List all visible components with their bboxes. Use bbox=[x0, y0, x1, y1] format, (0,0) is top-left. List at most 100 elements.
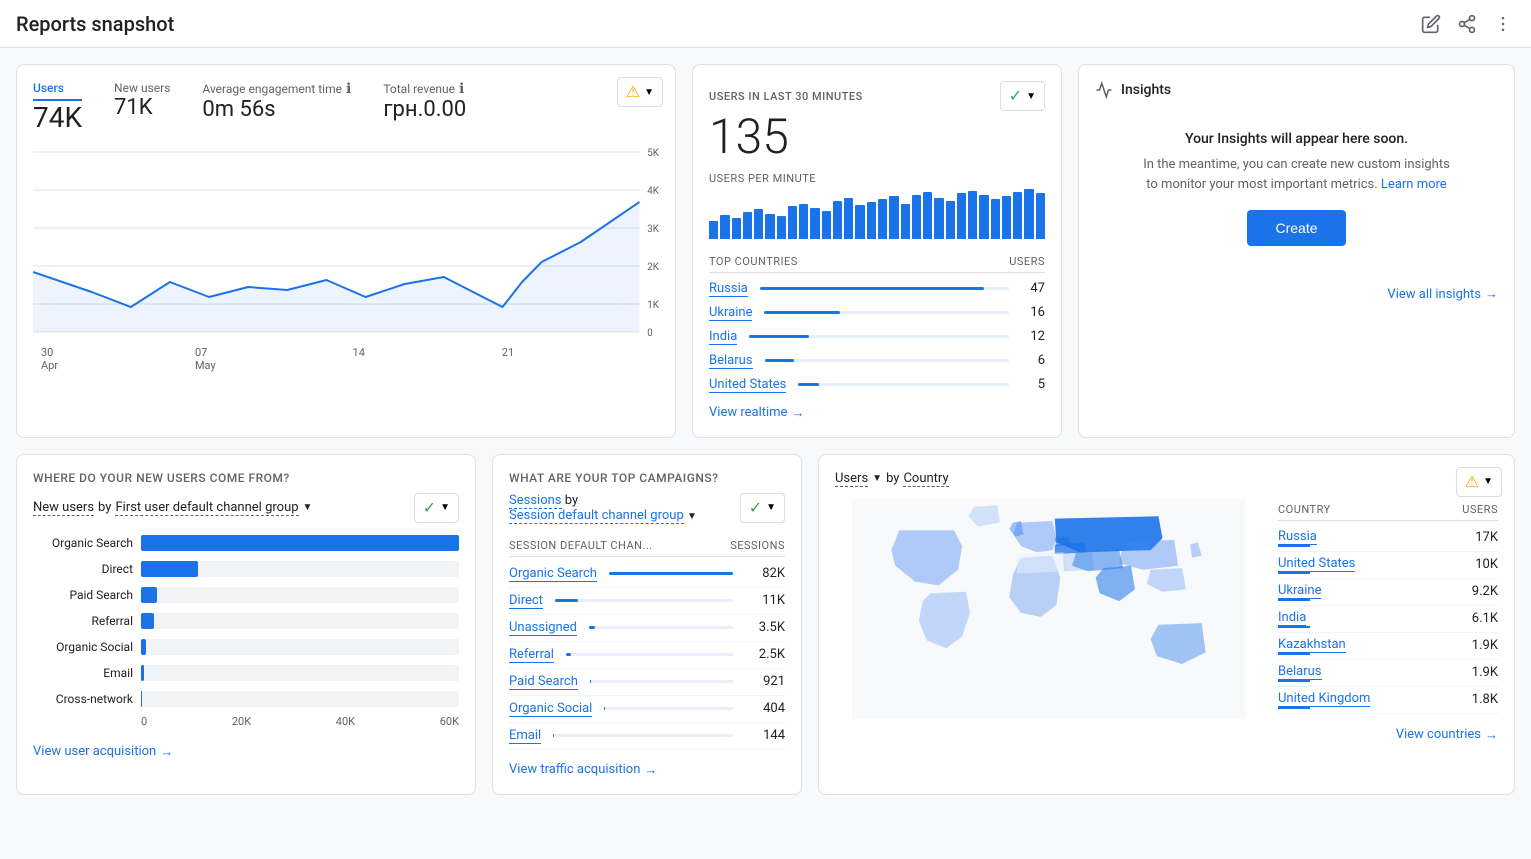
channel-group-dropdown[interactable]: First user default channel group bbox=[115, 500, 298, 516]
campaign-name[interactable]: Email bbox=[509, 728, 541, 744]
world-map-svg bbox=[835, 499, 1262, 719]
users-value: 74K bbox=[33, 101, 82, 134]
sessions-dropdown[interactable]: Sessions bbox=[509, 493, 562, 509]
top-row: Users 74K New users 71K Average engageme… bbox=[16, 64, 1515, 438]
insights-header: Insights bbox=[1095, 81, 1498, 99]
warn-icon-map: ⚠ bbox=[1465, 472, 1479, 492]
campaign-name[interactable]: Paid Search bbox=[509, 674, 578, 690]
chevron-down-icon: ▼ bbox=[644, 87, 654, 98]
bar-mini bbox=[788, 206, 797, 238]
revenue-value: грн.0.00 bbox=[383, 97, 466, 122]
chevron-down-icon-realtime: ▼ bbox=[1026, 91, 1036, 102]
line-chart-svg: 5K 4K 3K 2K 1K 0 bbox=[33, 142, 659, 342]
campaign-name[interactable]: Organic Search bbox=[509, 566, 597, 582]
new-users-dropdown[interactable]: New users bbox=[33, 500, 94, 516]
campaign-name[interactable]: Unassigned bbox=[509, 620, 577, 636]
bar-mini bbox=[979, 195, 988, 239]
bar-mini bbox=[1036, 193, 1045, 239]
chevron-down-map[interactable]: ▼ bbox=[872, 473, 882, 484]
info-icon-engagement[interactable]: ℹ bbox=[346, 81, 351, 97]
map-country-name[interactable]: United States bbox=[1278, 556, 1355, 572]
insights-icon bbox=[1095, 81, 1113, 99]
view-traffic-acquisition-link[interactable]: View traffic acquisition → bbox=[509, 762, 785, 778]
campaign-name[interactable]: Direct bbox=[509, 593, 543, 609]
country-value: 16 bbox=[1021, 305, 1045, 320]
warn-icon-top: ⚠ bbox=[626, 82, 640, 102]
campaign-name[interactable]: Organic Social bbox=[509, 701, 592, 717]
country-name[interactable]: Ukraine bbox=[709, 305, 752, 321]
acquisition-dropdown-label: New users by First user default channel … bbox=[33, 500, 312, 516]
bar-mini bbox=[844, 198, 853, 239]
alert-button[interactable]: ⚠ ▼ bbox=[617, 77, 663, 107]
metrics-row: Users 74K New users 71K Average engageme… bbox=[33, 81, 659, 134]
map-country-name[interactable]: Ukraine bbox=[1278, 583, 1321, 599]
campaign-value: 144 bbox=[745, 728, 785, 743]
campaign-name[interactable]: Referral bbox=[509, 647, 554, 663]
map-table-header: COUNTRY USERS bbox=[1278, 499, 1498, 521]
channel-label: Email bbox=[33, 666, 133, 680]
map-country-row: Belarus 1.9K bbox=[1278, 660, 1498, 687]
channel-group-dropdown-camp[interactable]: Session default channel group bbox=[509, 508, 684, 524]
bar-mini bbox=[867, 202, 876, 238]
country-dropdown[interactable]: Country bbox=[903, 471, 948, 487]
channel-bar-track bbox=[141, 639, 459, 655]
channel-bar-fill bbox=[141, 587, 157, 603]
learn-more-link[interactable]: Learn more bbox=[1381, 177, 1447, 192]
campaign-progress bbox=[609, 572, 733, 575]
edit-icon[interactable] bbox=[1419, 12, 1443, 36]
channel-bar-track bbox=[141, 561, 459, 577]
bar-mini bbox=[799, 204, 808, 239]
revenue-metric: Total revenue ℹ грн.0.00 bbox=[383, 81, 466, 134]
country-progress bbox=[798, 383, 1009, 386]
channel-label: Cross-network bbox=[33, 692, 133, 706]
channel-bar-fill bbox=[141, 665, 144, 681]
map-country-name[interactable]: United Kingdom bbox=[1278, 691, 1370, 707]
chevron-down-icon-acq-btn: ▼ bbox=[440, 502, 450, 513]
bar-mini bbox=[732, 218, 741, 239]
map-country-name[interactable]: Kazakhstan bbox=[1278, 637, 1346, 653]
chevron-down-icon-map: ▼ bbox=[1483, 476, 1493, 487]
country-name[interactable]: United States bbox=[709, 377, 786, 393]
hbar-row: Referral bbox=[33, 613, 459, 629]
chevron-down-camp[interactable]: ▼ bbox=[687, 511, 697, 522]
map-country-table: COUNTRY USERS Russia 17K United States 1… bbox=[1278, 499, 1498, 719]
chevron-down-acq[interactable]: ▼ bbox=[303, 502, 313, 513]
users-tab[interactable]: Users bbox=[33, 81, 82, 101]
campaign-value: 11K bbox=[745, 593, 785, 608]
country-progress bbox=[749, 335, 1009, 338]
x-label-2: 14 bbox=[353, 346, 365, 372]
insights-body-title: Your Insights will appear here soon. bbox=[1103, 131, 1490, 147]
map-country-value: 10K bbox=[1458, 557, 1498, 572]
users-map-dropdown[interactable]: Users bbox=[835, 471, 868, 487]
map-country-name[interactable]: Belarus bbox=[1278, 664, 1322, 680]
engagement-label: Average engagement time ℹ bbox=[202, 81, 351, 97]
info-icon-revenue[interactable]: ℹ bbox=[459, 81, 464, 97]
users-metric: Users 74K bbox=[33, 81, 82, 134]
map-alert-btn[interactable]: ⚠ ▼ bbox=[1456, 467, 1502, 497]
engagement-metric: Average engagement time ℹ 0m 56s bbox=[202, 81, 351, 134]
map-content: COUNTRY USERS Russia 17K United States 1… bbox=[835, 499, 1498, 719]
country-name[interactable]: India bbox=[709, 329, 737, 345]
map-country-name[interactable]: Russia bbox=[1278, 529, 1317, 545]
view-countries-link[interactable]: View countries → bbox=[835, 727, 1498, 743]
view-all-insights-link[interactable]: View all insights → bbox=[1095, 286, 1498, 302]
hbar-row: Organic Social bbox=[33, 639, 459, 655]
campaigns-check-btn[interactable]: ✓ ▼ bbox=[740, 493, 785, 523]
view-user-acquisition-link[interactable]: View user acquisition → bbox=[33, 744, 459, 760]
campaigns-dropdown-row: Sessions by Session default channel grou… bbox=[509, 493, 785, 523]
country-name[interactable]: Russia bbox=[709, 281, 748, 297]
view-realtime-link[interactable]: View realtime → bbox=[709, 405, 1045, 421]
channel-bar-fill bbox=[141, 691, 142, 707]
campaign-progress bbox=[555, 599, 733, 602]
map-card: Users ▼ by Country ⚠ ▼ bbox=[818, 454, 1515, 795]
country-name[interactable]: Belarus bbox=[709, 353, 753, 369]
countries-list: Russia 47 Ukraine 16 India 12 Belarus 6 … bbox=[709, 277, 1045, 397]
acquisition-check-btn[interactable]: ✓ ▼ bbox=[414, 493, 459, 523]
realtime-check-btn[interactable]: ✓ ▼ bbox=[1000, 81, 1045, 111]
create-button[interactable]: Create bbox=[1247, 210, 1345, 246]
more-icon[interactable] bbox=[1491, 12, 1515, 36]
bar-mini bbox=[946, 201, 955, 239]
map-country-name[interactable]: India bbox=[1278, 610, 1306, 626]
channel-bar-fill bbox=[141, 613, 154, 629]
share-icon[interactable] bbox=[1455, 12, 1479, 36]
